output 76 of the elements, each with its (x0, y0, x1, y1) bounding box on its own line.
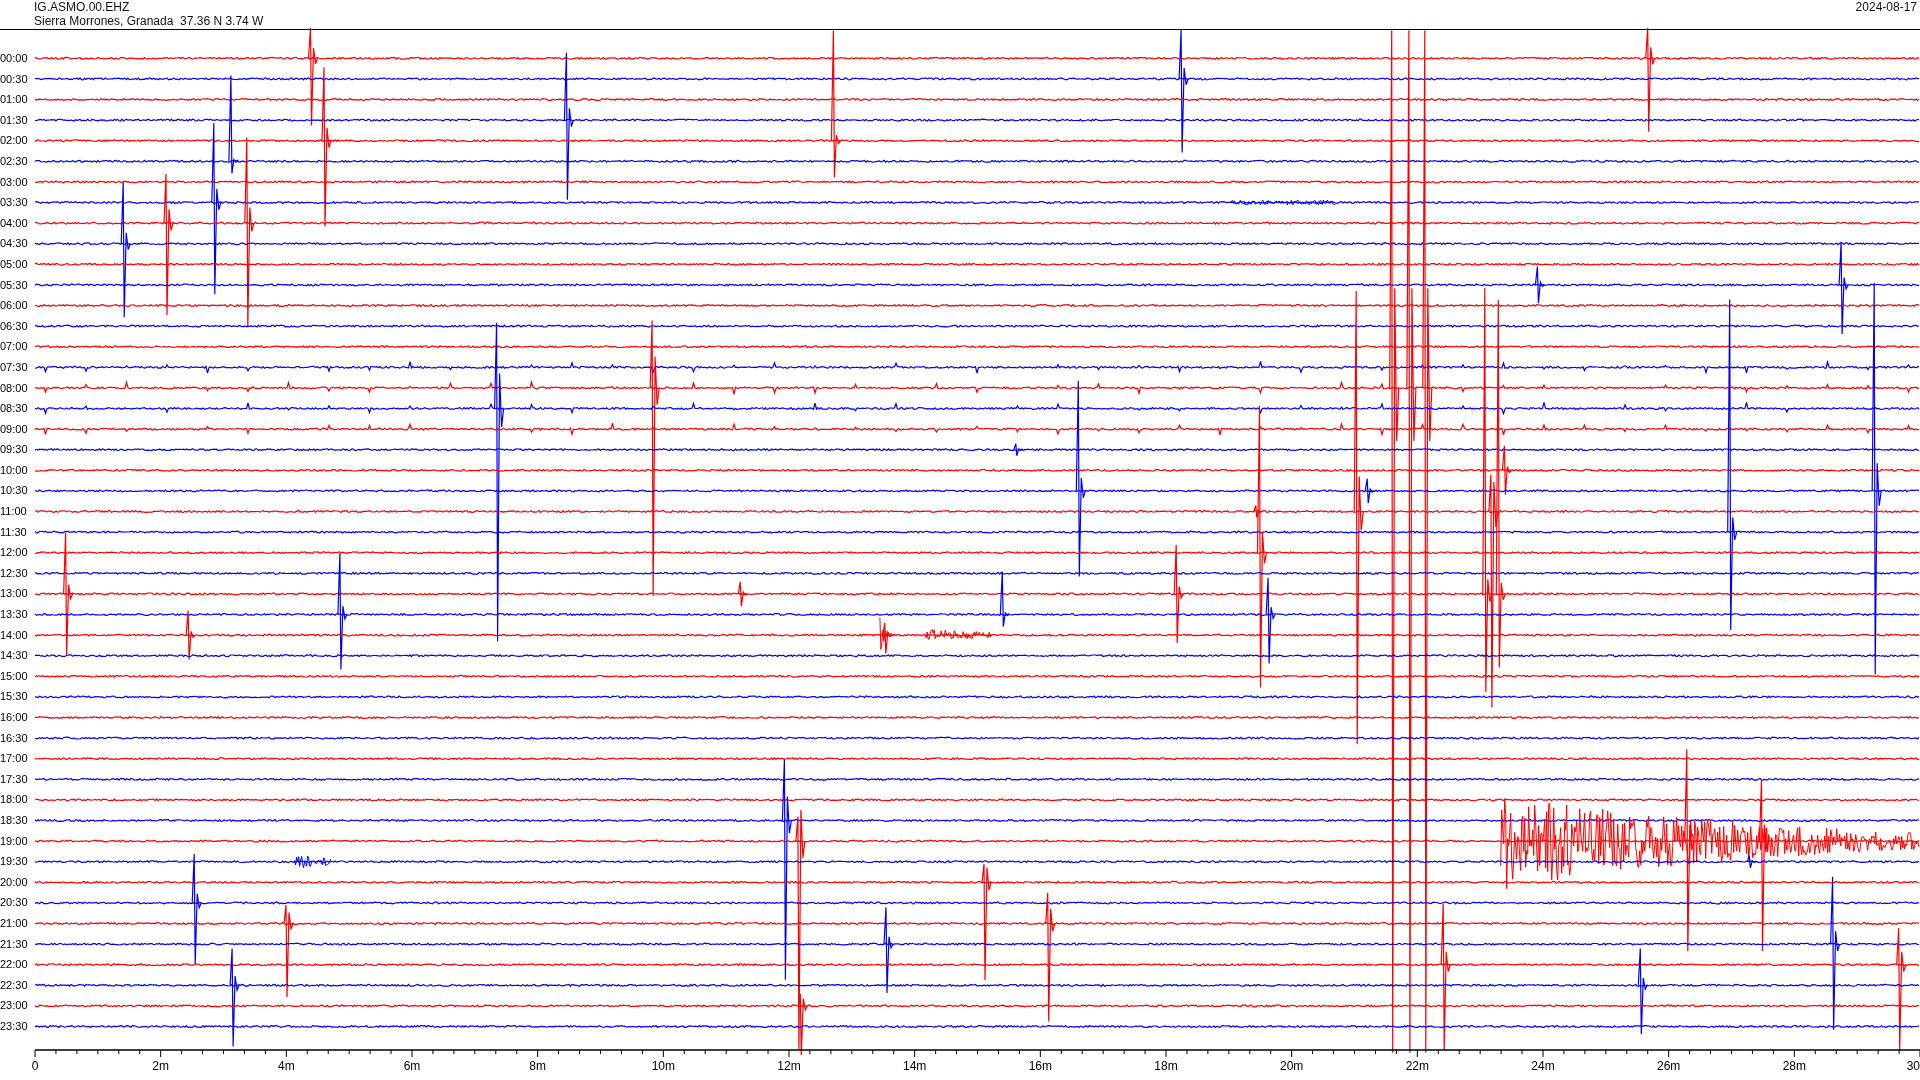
trace-time-label: 19:30 (0, 854, 29, 870)
trace-time-label: 03:30 (0, 195, 29, 211)
seismic-spike (999, 571, 1010, 628)
trace-time-label: 13:30 (0, 607, 29, 623)
trace-time-label: 04:00 (0, 215, 29, 231)
trace-time-label: 10:00 (0, 462, 29, 478)
seismic-spike (737, 581, 748, 607)
axis-tick-label: 30 (1906, 1058, 1920, 1073)
trace-time-label: 04:30 (0, 236, 29, 252)
axis-tick-label: 24m (1531, 1058, 1555, 1073)
trace-time-label: 13:00 (0, 586, 29, 602)
trace-time-label: 14:30 (0, 648, 29, 664)
trace-time-label: 12:00 (0, 545, 29, 561)
axis-tick-label: 26m (1657, 1058, 1681, 1073)
trace-time-label: 08:00 (0, 380, 29, 396)
axis-tick-label: 2m (152, 1058, 169, 1073)
trace-time-label: 20:00 (0, 874, 29, 890)
trace-time-label: 01:30 (0, 112, 29, 128)
trace-time-label: 08:30 (0, 401, 29, 417)
record-date: 2024-08-17 (1855, 0, 1917, 16)
trace-time-label: 12:30 (0, 565, 29, 581)
trace-time-label: 18:30 (0, 812, 29, 828)
axis-tick-label: 8m (529, 1058, 546, 1073)
axis-tick-label: 18m (1154, 1058, 1178, 1073)
trace-time-label: 23:30 (0, 1018, 29, 1034)
trace-time-label: 02:30 (0, 153, 29, 169)
trace-time-label: 02:00 (0, 133, 29, 149)
axis-tick-label: 14m (903, 1058, 927, 1073)
trace-time-label: 22:00 (0, 957, 29, 973)
trace-time-label: 15:00 (0, 668, 29, 684)
seismic-burst (924, 629, 993, 640)
trace-time-label: 05:00 (0, 256, 29, 272)
trace-time-label: 23:00 (0, 998, 29, 1014)
seismic-burst (294, 855, 332, 869)
trace-time-label: 00:00 (0, 51, 29, 66)
axis-tick-label: 16m (1028, 1058, 1052, 1073)
trace-time-label: 07:30 (0, 359, 29, 375)
trace-time-label: 07:00 (0, 339, 29, 355)
axis-tick-label: 0 (31, 1058, 39, 1073)
trace-time-label: 01:00 (0, 92, 29, 108)
trace-time-label: 17:30 (0, 771, 29, 787)
trace-time-label: 19:00 (0, 833, 29, 849)
axis-tick-label: 4m (278, 1058, 295, 1073)
seismic-burst (879, 617, 895, 650)
trace-time-label: 22:30 (0, 977, 29, 993)
trace-time-label: 18:00 (0, 792, 29, 808)
seismic-spike (1013, 443, 1024, 457)
trace-time-label: 16:30 (0, 730, 29, 746)
trace-time-label: 15:30 (0, 689, 29, 705)
trace-time-label: 03:00 (0, 174, 29, 190)
trace-time-label: 16:00 (0, 710, 29, 725)
trace-time-label: 10:30 (0, 483, 29, 499)
station-location: Sierra Morrones, Granada 37.36 N 3.74 W (34, 14, 264, 28)
seismic-spike (1534, 265, 1545, 304)
trace-time-label: 20:30 (0, 895, 29, 911)
trace-time-label: 14:00 (0, 627, 29, 643)
axis-tick-label: 10m (651, 1058, 675, 1073)
axis-tick-label: 12m (777, 1058, 801, 1073)
axis-tick-label: 28m (1782, 1058, 1806, 1073)
trace-time-label: 21:00 (0, 915, 29, 931)
trace-time-label: 11:00 (0, 504, 28, 520)
trace-time-label: 09:00 (0, 421, 29, 437)
trace-time-label: 06:00 (0, 298, 29, 314)
trace-time-label: 06:30 (0, 318, 29, 334)
trace-time-label: 09:30 (0, 442, 29, 458)
trace-time-label: 11:30 (0, 524, 28, 540)
station-code: IG.ASMO.00.EHZ (34, 0, 131, 14)
axis-tick-label: 22m (1405, 1058, 1429, 1073)
trace-time-label: 00:30 (0, 71, 29, 87)
seismic-spike (882, 622, 893, 655)
trace-time-label: 21:30 (0, 936, 29, 952)
seismic-spike (185, 610, 196, 661)
axis-tick-label: 6m (403, 1058, 421, 1073)
trace-time-label: 05:30 (0, 277, 29, 293)
trace-time-label: 17:00 (0, 751, 29, 767)
axis-tick-label: 20m (1280, 1058, 1304, 1073)
